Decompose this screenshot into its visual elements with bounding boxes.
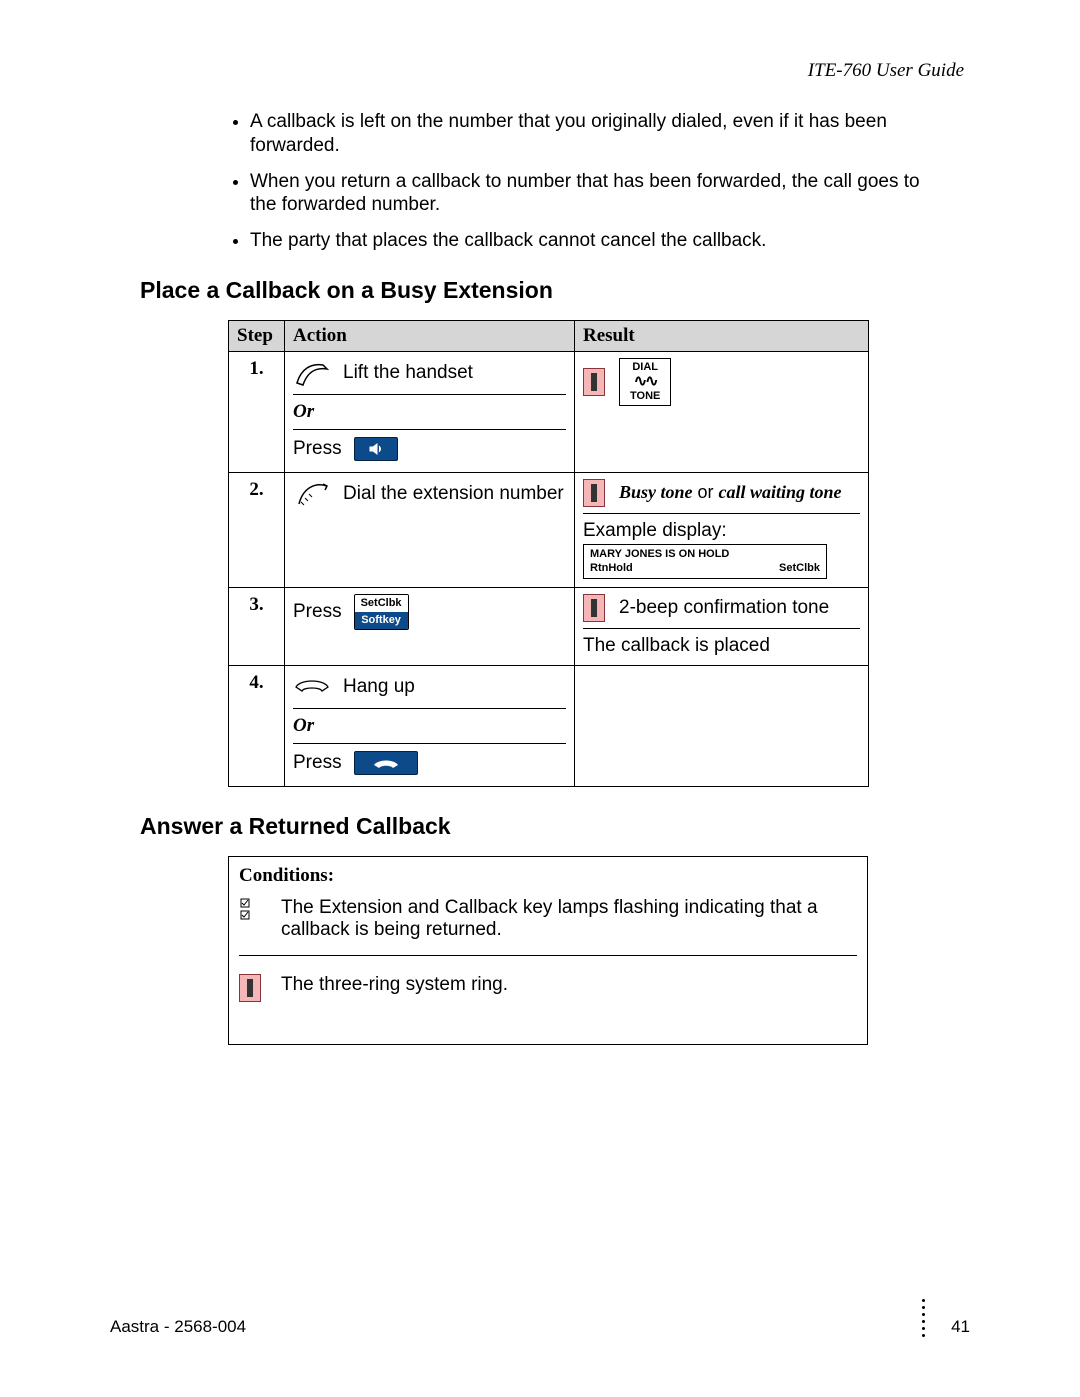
action-text: Dial the extension number xyxy=(343,483,564,505)
action-text: Hang up xyxy=(343,676,415,698)
dial-tone-indicator: DIAL ∿∿ TONE xyxy=(619,358,671,406)
table-row: 1. Lift the handset Or Press xyxy=(229,351,869,472)
conditions-title: Conditions: xyxy=(239,865,857,887)
display-line1: MARY JONES IS ON HOLD xyxy=(590,548,820,560)
heading-answer-callback: Answer a Returned Callback xyxy=(140,813,970,840)
bullet-item: When you return a callback to number tha… xyxy=(250,170,970,218)
result-tone-text: Busy tone or call waiting tone xyxy=(619,482,842,503)
action-cell: Lift the handset Or Press xyxy=(285,351,575,472)
checklist-icon xyxy=(239,897,261,925)
dial-hand-icon xyxy=(293,480,331,508)
note-icon xyxy=(583,479,605,507)
heading-place-callback: Place a Callback on a Busy Extension xyxy=(140,277,970,304)
col-result: Result xyxy=(575,320,869,351)
page-number: 41 xyxy=(951,1317,970,1337)
running-header: ITE-760 User Guide xyxy=(140,60,970,82)
bullet-item: The party that places the callback canno… xyxy=(250,229,970,253)
note-icon xyxy=(583,594,605,622)
step-number: 4. xyxy=(229,665,285,786)
speaker-button-icon xyxy=(354,437,398,461)
result-text: The callback is placed xyxy=(583,635,860,657)
result-cell: DIAL ∿∿ TONE xyxy=(575,351,869,472)
condition-text: The Extension and Callback key lamps fla… xyxy=(281,897,857,941)
hangup-button-icon xyxy=(354,751,418,775)
action-text: Press xyxy=(293,438,342,460)
table-header-row: Step Action Result xyxy=(229,320,869,351)
step-number: 1. xyxy=(229,351,285,472)
action-cell: Dial the extension number xyxy=(285,472,575,587)
display-softkey-right: SetClbk xyxy=(779,562,820,574)
footer-left: Aastra - 2568-004 xyxy=(110,1317,246,1337)
footer-dots-icon xyxy=(922,1299,925,1337)
action-cell: Press SetClbk Softkey xyxy=(285,587,575,665)
step-number: 3. xyxy=(229,587,285,665)
page-footer: Aastra - 2568-004 41 xyxy=(110,1299,970,1337)
handset-lift-icon xyxy=(293,359,331,387)
action-text: Press xyxy=(293,601,342,623)
or-label: Or xyxy=(293,401,566,430)
step-number: 2. xyxy=(229,472,285,587)
phone-display: MARY JONES IS ON HOLD RtnHold SetClbk xyxy=(583,544,827,579)
result-text: 2-beep confirmation tone xyxy=(619,597,829,619)
condition-text: The three-ring system ring. xyxy=(281,974,508,996)
result-cell xyxy=(575,665,869,786)
steps-table: Step Action Result 1. Lift the handset O… xyxy=(228,320,869,787)
col-step: Step xyxy=(229,320,285,351)
setclbk-softkey-icon: SetClbk Softkey xyxy=(354,594,409,630)
display-softkey-left: RtnHold xyxy=(590,562,633,574)
result-cell: 2-beep confirmation tone The callback is… xyxy=(575,587,869,665)
col-action: Action xyxy=(285,320,575,351)
action-text: Lift the handset xyxy=(343,362,473,384)
conditions-box: Conditions: The Extension and Callback k… xyxy=(228,856,868,1045)
example-display-label: Example display: xyxy=(583,520,860,542)
page: ITE-760 User Guide A callback is left on… xyxy=(0,0,1080,1397)
table-row: 4. Hang up Or Press xyxy=(229,665,869,786)
note-icon xyxy=(583,368,605,396)
or-label: Or xyxy=(293,715,566,744)
action-text: Press xyxy=(293,752,342,774)
note-icon xyxy=(239,974,261,1002)
intro-bullet-list: A callback is left on the number that yo… xyxy=(140,110,970,253)
table-row: 2. Dial the extension number Busy tone o… xyxy=(229,472,869,587)
result-cell: Busy tone or call waiting tone Example d… xyxy=(575,472,869,587)
phone-onhook-icon xyxy=(293,673,331,701)
bullet-item: A callback is left on the number that yo… xyxy=(250,110,970,158)
table-row: 3. Press SetClbk Softkey 2-beep confirma… xyxy=(229,587,869,665)
action-cell: Hang up Or Press xyxy=(285,665,575,786)
